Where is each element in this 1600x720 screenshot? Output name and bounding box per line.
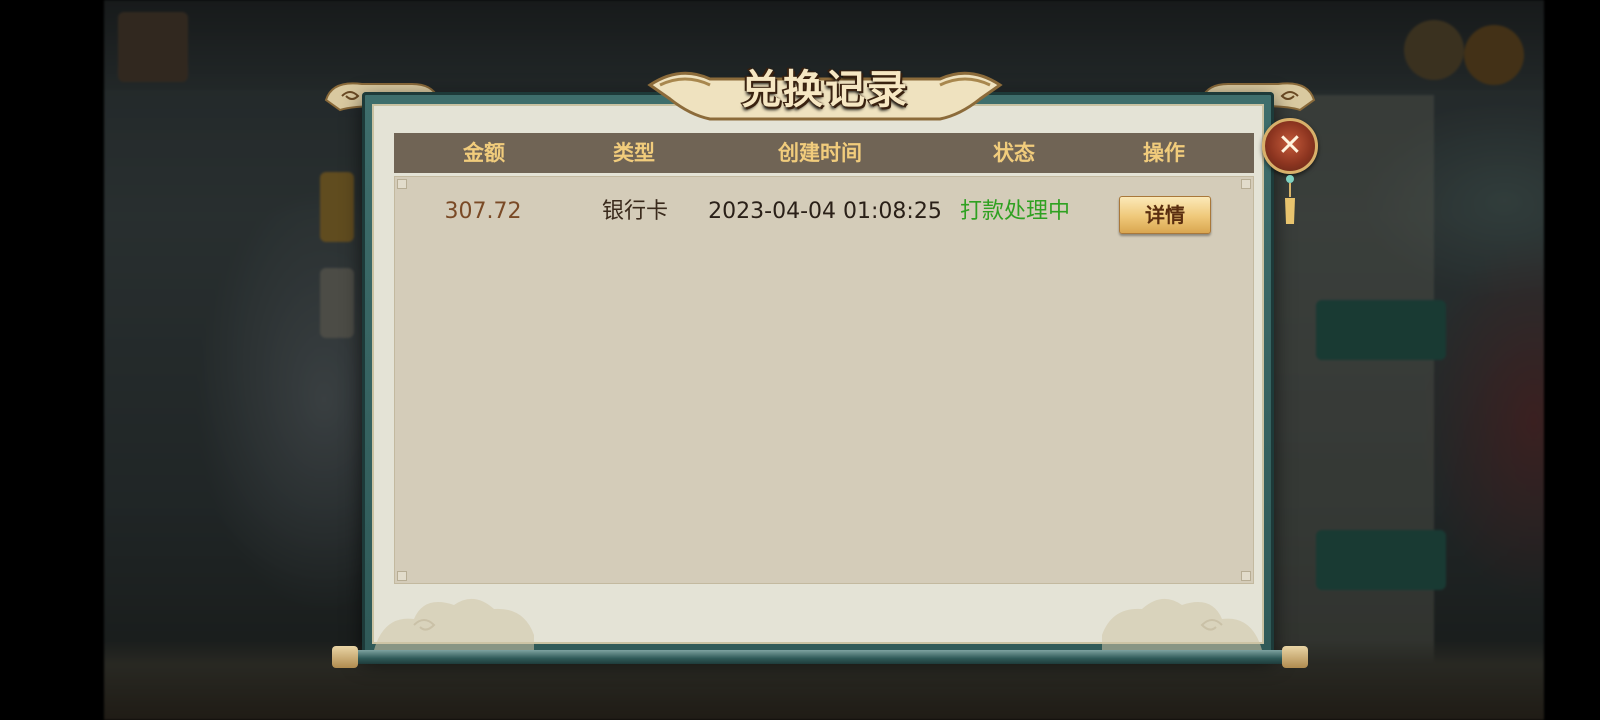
column-header-action: 操作 <box>1143 141 1185 165</box>
corner-marker <box>1241 571 1251 581</box>
row-amount: 307.72 <box>444 199 522 224</box>
scroll-bottom-rod <box>338 650 1306 664</box>
cloud-ornament-left <box>374 598 534 650</box>
dialog-title: 兑换记录 <box>741 66 909 113</box>
close-icon: ✕ <box>1277 128 1303 163</box>
scroll-rod-cap-right <box>1282 646 1308 668</box>
corner-marker <box>397 571 407 581</box>
row-created-time: 2023-04-04 01:08:25 <box>708 199 942 224</box>
scroll-rod-cap-left <box>332 646 358 668</box>
column-header-created-time: 创建时间 <box>778 141 862 165</box>
row-type: 银行卡 <box>601 199 669 224</box>
close-button[interactable]: ✕ <box>1262 118 1318 174</box>
tassel-icon <box>1285 175 1295 224</box>
table-header: 金额 类型 创建时间 状态 操作 <box>394 133 1254 173</box>
cloud-ornament-right <box>1102 598 1262 650</box>
table-row: 307.72 银行卡 2023-04-04 01:08:25 打款处理中 详情 <box>395 177 1255 247</box>
column-header-status: 状态 <box>993 141 1035 165</box>
details-button[interactable]: 详情 <box>1119 196 1211 234</box>
column-header-amount: 金额 <box>463 141 505 165</box>
row-status: 打款处理中 <box>959 199 1071 224</box>
column-header-type: 类型 <box>613 141 655 165</box>
table-body: 307.72 银行卡 2023-04-04 01:08:25 打款处理中 详情 <box>394 176 1254 584</box>
